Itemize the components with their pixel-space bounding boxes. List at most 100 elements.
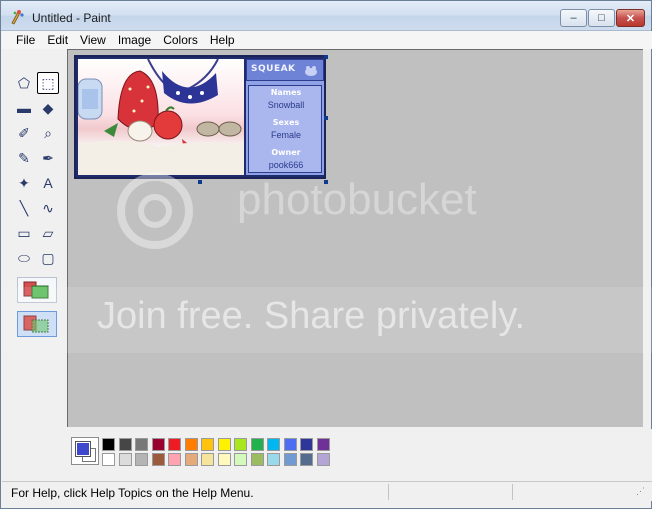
color-swatch[interactable] <box>118 453 132 466</box>
rounded-rect-tool[interactable]: ▢ <box>37 247 59 269</box>
menu-edit[interactable]: Edit <box>41 31 74 49</box>
curve-tool[interactable]: ∿ <box>37 197 59 219</box>
pet-info-panel: SQUEAK Names Snowball Sexes Female Owner… <box>246 59 324 175</box>
brush-icon: ✒ <box>42 149 54 166</box>
color-swatch[interactable] <box>283 438 297 451</box>
polygon-icon: ▱ <box>42 224 54 241</box>
pencil-icon: ✎ <box>18 149 30 166</box>
eraser-tool[interactable]: ▬ <box>13 97 35 119</box>
menu-bar: File Edit View Image Colors Help <box>2 31 652 49</box>
color-swatch[interactable] <box>300 453 313 466</box>
color-swatch[interactable] <box>217 438 231 451</box>
foreground-color[interactable] <box>75 441 91 457</box>
color-swatch[interactable] <box>316 453 330 466</box>
color-swatch[interactable] <box>250 453 264 466</box>
pet-banner: SQUEAK <box>246 59 324 81</box>
maximize-icon: □ <box>598 12 605 24</box>
color-swatch[interactable] <box>217 453 231 466</box>
color-picker-icon: ✐ <box>18 124 30 141</box>
owner-value: pook666 <box>268 160 304 170</box>
image-canvas[interactable]: SQUEAK Names Snowball Sexes Female Owner… <box>74 55 326 179</box>
paint-app-icon <box>11 10 24 25</box>
color-swatch[interactable] <box>184 453 198 466</box>
photobucket-logo-icon <box>117 173 193 249</box>
airbrush-tool[interactable]: ✦ <box>13 172 35 194</box>
watermark-tagline: Join free. Share privately. <box>97 295 526 337</box>
color-swatch[interactable] <box>102 438 115 451</box>
fill-bucket-tool[interactable]: ◆ <box>37 97 59 119</box>
rounded-rect-icon: ▢ <box>41 249 55 266</box>
pet-scene-image <box>78 59 244 175</box>
status-bar: For Help, click Help Topics on the Help … <box>2 481 652 501</box>
rectangle-tool[interactable]: ▭ <box>13 222 35 244</box>
mouse-icon <box>305 66 317 76</box>
text-tool[interactable]: A <box>37 172 59 194</box>
caption-buttons: – □ ✕ <box>560 9 645 27</box>
color-swatch[interactable] <box>201 453 214 466</box>
airbrush-icon: ✦ <box>18 174 30 191</box>
color-swatch[interactable] <box>168 438 181 451</box>
eraser-icon: ▬ <box>17 100 31 116</box>
color-swatch[interactable] <box>201 438 214 451</box>
menu-colors[interactable]: Colors <box>157 31 204 49</box>
menu-view[interactable]: View <box>74 31 112 49</box>
magnifier-tool[interactable]: ⌕ <box>37 122 59 144</box>
maximize-button[interactable]: □ <box>588 9 615 27</box>
color-swatch[interactable] <box>102 453 115 466</box>
status-divider <box>512 484 513 500</box>
color-swatch[interactable] <box>151 453 165 466</box>
ellipse-tool[interactable]: ⬭ <box>13 247 35 269</box>
text-icon: A <box>43 175 53 191</box>
color-swatch[interactable] <box>184 438 198 451</box>
minimize-button[interactable]: – <box>560 9 587 27</box>
status-text: For Help, click Help Topics on the Help … <box>11 486 254 500</box>
paint-window: Untitled - Paint – □ ✕ File Edit View Im… <box>0 0 652 509</box>
close-button[interactable]: ✕ <box>616 9 645 27</box>
rect-select-icon: ⬚ <box>41 74 55 91</box>
color-picker-tool[interactable]: ✐ <box>13 122 35 144</box>
resize-handle-right[interactable] <box>324 116 328 120</box>
minimize-icon: – <box>570 12 577 24</box>
color-swatch[interactable] <box>283 453 297 466</box>
polygon-tool[interactable]: ▱ <box>37 222 59 244</box>
color-swatch[interactable] <box>118 438 132 451</box>
color-swatch[interactable] <box>168 453 181 466</box>
color-swatch[interactable] <box>267 438 280 451</box>
color-swatch[interactable] <box>300 438 313 451</box>
name-value: Snowball <box>267 100 305 110</box>
pencil-tool[interactable]: ✎ <box>13 147 35 169</box>
name-label: Names <box>270 88 302 97</box>
free-form-select-icon: ⬠ <box>17 74 31 91</box>
rect-select-tool[interactable]: ⬚ <box>37 72 59 94</box>
sex-label: Sexes <box>272 118 300 127</box>
resize-handle-top-right[interactable] <box>324 55 328 59</box>
menu-help[interactable]: Help <box>204 31 241 49</box>
pet-info-box: Names Snowball Sexes Female Owner pook66… <box>248 85 322 173</box>
owner-label: Owner <box>271 148 301 157</box>
menu-file[interactable]: File <box>10 31 41 49</box>
title-bar[interactable]: Untitled - Paint – □ ✕ <box>1 1 651 31</box>
fill-bucket-icon: ◆ <box>42 99 54 116</box>
pet-scene-illustration <box>78 59 244 175</box>
rectangle-icon: ▭ <box>17 224 31 241</box>
color-swatch[interactable] <box>267 453 280 466</box>
color-swatch[interactable] <box>316 438 330 451</box>
color-swatch[interactable] <box>234 453 247 466</box>
line-icon: ╲ <box>19 199 29 216</box>
color-swatch[interactable] <box>151 438 165 451</box>
close-icon: ✕ <box>625 12 636 25</box>
brush-tool[interactable]: ✒ <box>37 147 59 169</box>
color-swatch[interactable] <box>234 438 247 451</box>
window-title: Untitled - Paint <box>32 11 111 25</box>
current-colors[interactable] <box>71 437 99 465</box>
curve-icon: ∿ <box>42 199 54 216</box>
color-swatch[interactable] <box>135 453 148 466</box>
color-swatch[interactable] <box>135 438 148 451</box>
free-form-select-tool[interactable]: ⬠ <box>13 72 35 94</box>
menu-image[interactable]: Image <box>112 31 157 49</box>
resize-grip-icon[interactable]: ⋰ <box>636 486 646 498</box>
status-divider <box>388 484 389 500</box>
line-tool[interactable]: ╲ <box>13 197 35 219</box>
color-swatch[interactable] <box>250 438 264 451</box>
sex-value: Female <box>270 130 301 140</box>
